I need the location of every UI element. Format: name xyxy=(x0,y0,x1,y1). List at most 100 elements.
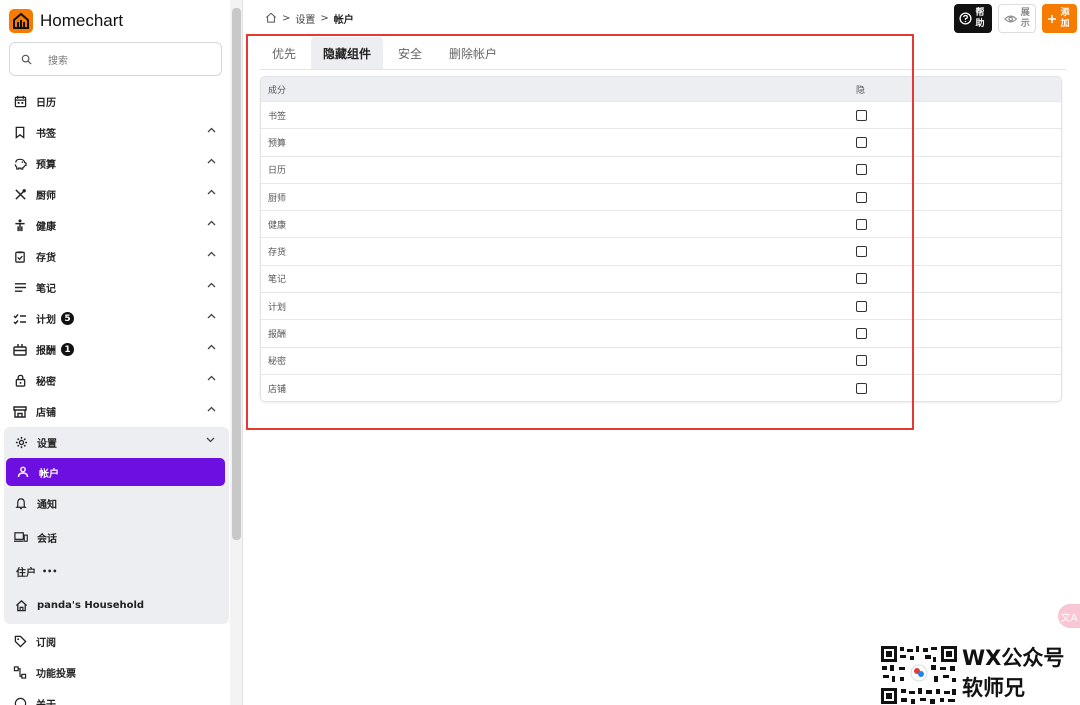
bell-icon xyxy=(14,496,28,510)
sidebar-item-subscription[interactable]: 订阅 xyxy=(0,626,230,657)
checklist-icon xyxy=(13,312,27,326)
translate-float-button[interactable]: 文A xyxy=(1058,604,1080,628)
brand[interactable]: Homechart xyxy=(0,0,230,42)
sidebar-item-cook[interactable]: 厨师 xyxy=(0,179,230,210)
sidebar-item-label: 预算 xyxy=(36,160,56,171)
sidebar-item-reward[interactable]: 报酬 1 xyxy=(0,334,230,365)
chevron-up-icon[interactable] xyxy=(207,189,216,195)
sidebar-item-label: 秘密 xyxy=(36,377,56,388)
chevron-up-icon[interactable] xyxy=(207,158,216,164)
sidebar-item-inventory[interactable]: 存货 xyxy=(0,241,230,272)
highlight-box xyxy=(246,34,914,430)
eye-icon xyxy=(1004,15,1018,22)
homechart-logo-icon xyxy=(9,9,33,33)
sidebar-item-label: 设置 xyxy=(37,439,57,450)
chevron-up-icon[interactable] xyxy=(207,375,216,381)
search-placeholder: 搜索 xyxy=(48,55,68,67)
help-button[interactable]: 帮助 xyxy=(954,4,992,33)
flow-icon xyxy=(13,666,27,680)
piggy-bank-icon xyxy=(13,157,27,171)
chevron-up-icon[interactable] xyxy=(207,251,216,257)
sidebar-nav: 日历 书签 预算 厨师 健康 存货 笔记 计划 5 报酬 1 秘密 店铺 xyxy=(0,86,230,427)
sidebar-scrollbar-thumb[interactable] xyxy=(232,8,241,540)
info-icon xyxy=(13,697,27,705)
search-icon xyxy=(21,54,32,65)
sidebar-item-settings[interactable]: 设置 xyxy=(4,427,229,458)
calendar-icon xyxy=(13,95,27,109)
sidebar-item-label: 计划 xyxy=(36,315,56,326)
sidebar-item-plan[interactable]: 计划 5 xyxy=(0,303,230,334)
breadcrumb-current: 帐户 xyxy=(333,15,354,26)
household-label: 住户 xyxy=(16,567,36,579)
view-label: 展示 xyxy=(1020,7,1030,29)
settings-group: 设置 帐户 通知 会话 住户 ••• panda's Household xyxy=(4,427,229,624)
sidebar-item-label: 关于 xyxy=(36,696,56,705)
lock-icon xyxy=(13,374,27,388)
count-badge: 1 xyxy=(61,343,74,356)
sidebar-item-label: 书签 xyxy=(36,129,56,140)
user-icon xyxy=(16,465,30,479)
sidebar-item-household[interactable]: panda's Household xyxy=(4,588,229,622)
chevron-down-icon[interactable] xyxy=(206,437,215,443)
sidebar-item-account[interactable]: 帐户 xyxy=(6,458,225,486)
utensils-icon xyxy=(13,188,27,202)
add-button[interactable]: 添加 xyxy=(1042,4,1077,33)
sidebar-item-feature-vote[interactable]: 功能投票 xyxy=(0,657,230,688)
sidebar-item-label: 功能投票 xyxy=(36,669,76,680)
watermark-line1: WX公众号 xyxy=(962,646,1065,670)
sidebar-item-bookmarks[interactable]: 书签 xyxy=(0,117,230,148)
sidebar-bottom-nav: 订阅 功能投票 关于 xyxy=(0,626,230,705)
home-icon[interactable] xyxy=(265,12,277,26)
sidebar-item-label: 订阅 xyxy=(36,638,56,649)
breadcrumb-separator: > xyxy=(282,13,291,24)
sidebar-item-notes[interactable]: 笔记 xyxy=(0,272,230,303)
chevron-up-icon[interactable] xyxy=(207,344,216,350)
watermark-line2: 软师兄 xyxy=(962,676,1025,700)
sidebar-item-label: 存货 xyxy=(36,253,56,264)
sidebar-item-label: panda's Household xyxy=(37,599,145,611)
help-circle-icon xyxy=(959,12,972,25)
tag-icon xyxy=(13,635,27,649)
notes-lines-icon xyxy=(13,281,27,295)
chevron-up-icon[interactable] xyxy=(207,313,216,319)
sidebar: Homechart 搜索 日历 书签 预算 厨师 健康 存货 笔记 计划 5 报… xyxy=(0,0,230,705)
household-header: 住户 ••• xyxy=(4,554,229,588)
sidebar-item-label: 店铺 xyxy=(36,408,56,419)
bookmark-icon xyxy=(13,126,27,140)
gear-icon xyxy=(14,436,28,450)
plus-icon xyxy=(1048,14,1056,23)
sidebar-item-about[interactable]: 关于 xyxy=(0,688,230,705)
search-input[interactable]: 搜索 xyxy=(9,42,222,76)
sidebar-item-budget[interactable]: 预算 xyxy=(0,148,230,179)
qr-code-image xyxy=(880,645,958,705)
sidebar-item-notifications[interactable]: 通知 xyxy=(4,486,229,520)
toolbar: 帮助 展示 添加 xyxy=(954,4,1077,33)
sidebar-item-label: 帐户 xyxy=(39,468,59,480)
chevron-up-icon[interactable] xyxy=(207,282,216,288)
clipboard-check-icon xyxy=(13,250,27,264)
breadcrumb-settings[interactable]: 设置 xyxy=(295,11,315,26)
sidebar-item-shop[interactable]: 店铺 xyxy=(0,396,230,427)
sidebar-item-secrets[interactable]: 秘密 xyxy=(0,365,230,396)
store-icon xyxy=(13,405,27,419)
sidebar-item-calendar[interactable]: 日历 xyxy=(0,86,230,117)
person-icon xyxy=(13,219,27,233)
add-label: 添加 xyxy=(1060,7,1070,29)
chevron-up-icon[interactable] xyxy=(207,127,216,133)
sidebar-item-sessions[interactable]: 会话 xyxy=(4,520,229,554)
sidebar-item-label: 会话 xyxy=(37,533,57,545)
breadcrumb: > 设置 > 帐户 xyxy=(265,11,359,26)
app-name: Homechart xyxy=(40,11,124,30)
household-more-button[interactable]: ••• xyxy=(42,567,57,576)
watermark-text: WX公众号 软师兄 xyxy=(962,643,1064,703)
watermark: WX公众号 软师兄 xyxy=(880,643,1080,705)
breadcrumb-separator: > xyxy=(320,13,329,24)
sidebar-item-health[interactable]: 健康 xyxy=(0,210,230,241)
home-icon xyxy=(14,598,28,612)
gift-box-icon xyxy=(13,343,27,357)
devices-icon xyxy=(14,530,28,544)
view-button[interactable]: 展示 xyxy=(998,4,1036,33)
chevron-up-icon[interactable] xyxy=(207,406,216,412)
chevron-up-icon[interactable] xyxy=(207,220,216,226)
help-label: 帮助 xyxy=(975,7,985,29)
